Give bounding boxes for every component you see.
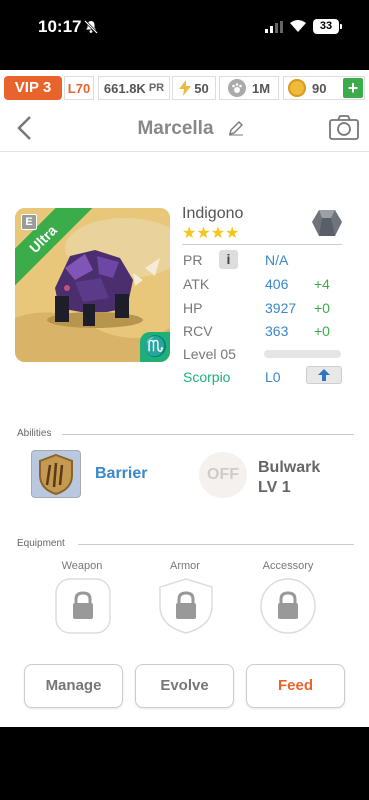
- mute-bell-icon: [84, 20, 98, 34]
- ability-level-bulwark: LV 1: [258, 479, 291, 496]
- abilities-section-label: Abilities: [17, 428, 52, 439]
- vip-badge[interactable]: VIP 3: [4, 76, 62, 100]
- status-time: 10:17: [38, 17, 82, 36]
- star-rating: ★★★★: [182, 223, 239, 243]
- armor-slot-label: Armor: [170, 560, 200, 572]
- food-counter[interactable]: 1M: [219, 76, 279, 100]
- pencil-edit-icon[interactable]: [228, 120, 244, 136]
- atk-label: ATK: [183, 276, 210, 292]
- power-rating: 661.8K PR: [98, 76, 170, 100]
- barrier-ability-icon[interactable]: [31, 450, 81, 498]
- food-value: 1M: [251, 80, 271, 96]
- paw-icon: [227, 79, 246, 97]
- star-icon: ★: [225, 225, 240, 242]
- evolve-button[interactable]: Evolve: [135, 664, 234, 708]
- wifi-icon: [290, 20, 306, 32]
- zodiac-label: Scorpio: [183, 369, 231, 385]
- name-divider: [182, 244, 342, 245]
- rcv-label: RCV: [183, 323, 213, 339]
- rcv-bonus: +0: [314, 323, 330, 339]
- level-progress-bar: [264, 350, 341, 358]
- weapon-slot-label: Weapon: [61, 560, 103, 572]
- energy-counter[interactable]: 50: [172, 76, 216, 100]
- feed-button[interactable]: Feed: [246, 664, 345, 708]
- star-icon: ★: [196, 225, 211, 242]
- zodiac-upgrade-button[interactable]: [306, 366, 342, 384]
- armor-slot[interactable]: [158, 578, 214, 634]
- zodiac-corner: ♏: [140, 332, 170, 362]
- battery-icon: 33: [313, 19, 342, 34]
- rcv-value: 363: [265, 323, 289, 339]
- hp-bonus: +0: [314, 300, 330, 316]
- ability-off-badge[interactable]: OFF: [199, 452, 247, 498]
- app-screen: VIP 3 L70 661.8KPR 50 1M 90 + Marcella: [0, 70, 369, 727]
- ability-bulwark[interactable]: Bulwark LV 1: [258, 458, 320, 498]
- power-unit: PR: [148, 82, 165, 94]
- element-badge-letter: E: [25, 216, 33, 228]
- hp-label: HP: [183, 300, 203, 316]
- info-button[interactable]: i: [219, 250, 238, 269]
- monster-header: Marcella: [0, 106, 369, 152]
- hp-value: 3927: [265, 300, 297, 316]
- monster-portrait[interactable]: Ultra E ♏: [15, 208, 170, 362]
- scorpio-icon: ♏: [142, 336, 168, 358]
- monster-species: Indigono: [182, 205, 244, 222]
- pr-value: N/A: [265, 252, 289, 268]
- equipment-divider: [78, 544, 354, 545]
- pr-label: PR: [183, 252, 203, 268]
- camera-icon[interactable]: [329, 114, 359, 140]
- add-gold-button[interactable]: +: [343, 78, 363, 98]
- resource-bar: VIP 3 L70 661.8K PR 50 1M 90 +: [0, 74, 369, 102]
- gold-counter[interactable]: 90 +: [283, 76, 365, 100]
- equipment-section-label: Equipment: [17, 538, 65, 549]
- gold-coin-icon: [288, 79, 306, 97]
- ability-name-bulwark: Bulwark: [258, 459, 321, 476]
- atk-bonus: +4: [314, 276, 330, 292]
- monster-nickname: Marcella: [137, 118, 214, 139]
- abilities-divider: [62, 434, 354, 435]
- star-icon: ★: [210, 225, 226, 242]
- element-rock-icon: [312, 210, 342, 236]
- accessory-slot[interactable]: [260, 578, 316, 634]
- level-label: Level 05: [183, 346, 236, 362]
- accessory-slot-label: Accessory: [262, 560, 314, 572]
- status-bar: 10:17 33: [0, 0, 369, 70]
- signal-icon: [265, 21, 283, 33]
- manage-button[interactable]: Manage: [24, 664, 123, 708]
- shield-claw-icon: [39, 453, 73, 496]
- player-level: L70: [64, 76, 94, 100]
- atk-value: 406: [265, 276, 289, 292]
- power-value: 661.8K: [103, 80, 146, 96]
- arrow-up-icon: [318, 369, 330, 381]
- zodiac-level: L0: [265, 369, 281, 385]
- star-icon: ★: [182, 225, 197, 242]
- gold-value: 90: [312, 80, 327, 96]
- ability-name-barrier[interactable]: Barrier: [95, 465, 147, 483]
- lightning-icon: [179, 80, 192, 96]
- element-badge: E: [21, 214, 37, 230]
- weapon-slot[interactable]: [55, 578, 111, 634]
- energy-value: 50: [194, 80, 209, 96]
